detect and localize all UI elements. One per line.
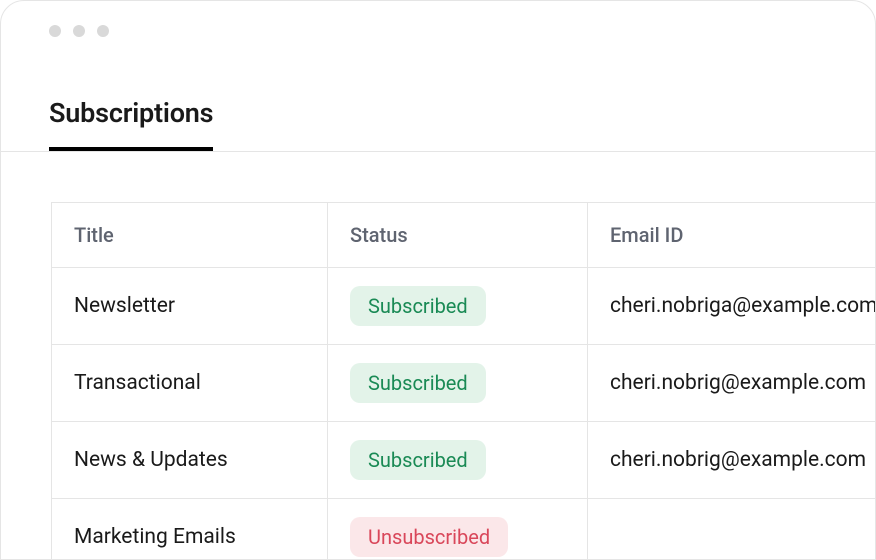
table-row[interactable]: Marketing Emails Unsubscribed bbox=[52, 499, 876, 560]
column-header-status: Status bbox=[328, 203, 588, 268]
status-badge: Unsubscribed bbox=[350, 517, 508, 557]
cell-status: Subscribed bbox=[328, 345, 588, 422]
content-area: Title Status Email ID Newsletter Subscri… bbox=[1, 152, 875, 560]
cell-status: Subscribed bbox=[328, 422, 588, 499]
cell-title: Marketing Emails bbox=[52, 499, 328, 560]
cell-title: Newsletter bbox=[52, 268, 328, 345]
table-row[interactable]: News & Updates Subscribed cheri.nobrig@e… bbox=[52, 422, 876, 499]
column-header-title: Title bbox=[52, 203, 328, 268]
tab-subscriptions[interactable]: Subscriptions bbox=[49, 97, 213, 151]
cell-email: cheri.nobriga@example.com bbox=[588, 268, 876, 345]
cell-title: News & Updates bbox=[52, 422, 328, 499]
table-row[interactable]: Transactional Subscribed cheri.nobrig@ex… bbox=[52, 345, 876, 422]
table-header-row: Title Status Email ID bbox=[52, 203, 876, 268]
column-header-email: Email ID bbox=[588, 203, 876, 268]
cell-status: Subscribed bbox=[328, 268, 588, 345]
cell-email bbox=[588, 499, 876, 560]
tabs-bar: Subscriptions bbox=[1, 37, 875, 152]
status-badge: Subscribed bbox=[350, 440, 486, 480]
traffic-light-close-icon[interactable] bbox=[49, 25, 61, 37]
app-window: Subscriptions Title Status Email ID News… bbox=[0, 0, 876, 560]
traffic-light-zoom-icon[interactable] bbox=[97, 25, 109, 37]
cell-email: cheri.nobrig@example.com bbox=[588, 345, 876, 422]
cell-email: cheri.nobrig@example.com bbox=[588, 422, 876, 499]
status-badge: Subscribed bbox=[350, 286, 486, 326]
cell-title: Transactional bbox=[52, 345, 328, 422]
cell-status: Unsubscribed bbox=[328, 499, 588, 560]
table-row[interactable]: Newsletter Subscribed cheri.nobriga@exam… bbox=[52, 268, 876, 345]
subscriptions-table: Title Status Email ID Newsletter Subscri… bbox=[51, 202, 876, 560]
status-badge: Subscribed bbox=[350, 363, 486, 403]
window-titlebar bbox=[1, 1, 875, 37]
traffic-light-minimize-icon[interactable] bbox=[73, 25, 85, 37]
